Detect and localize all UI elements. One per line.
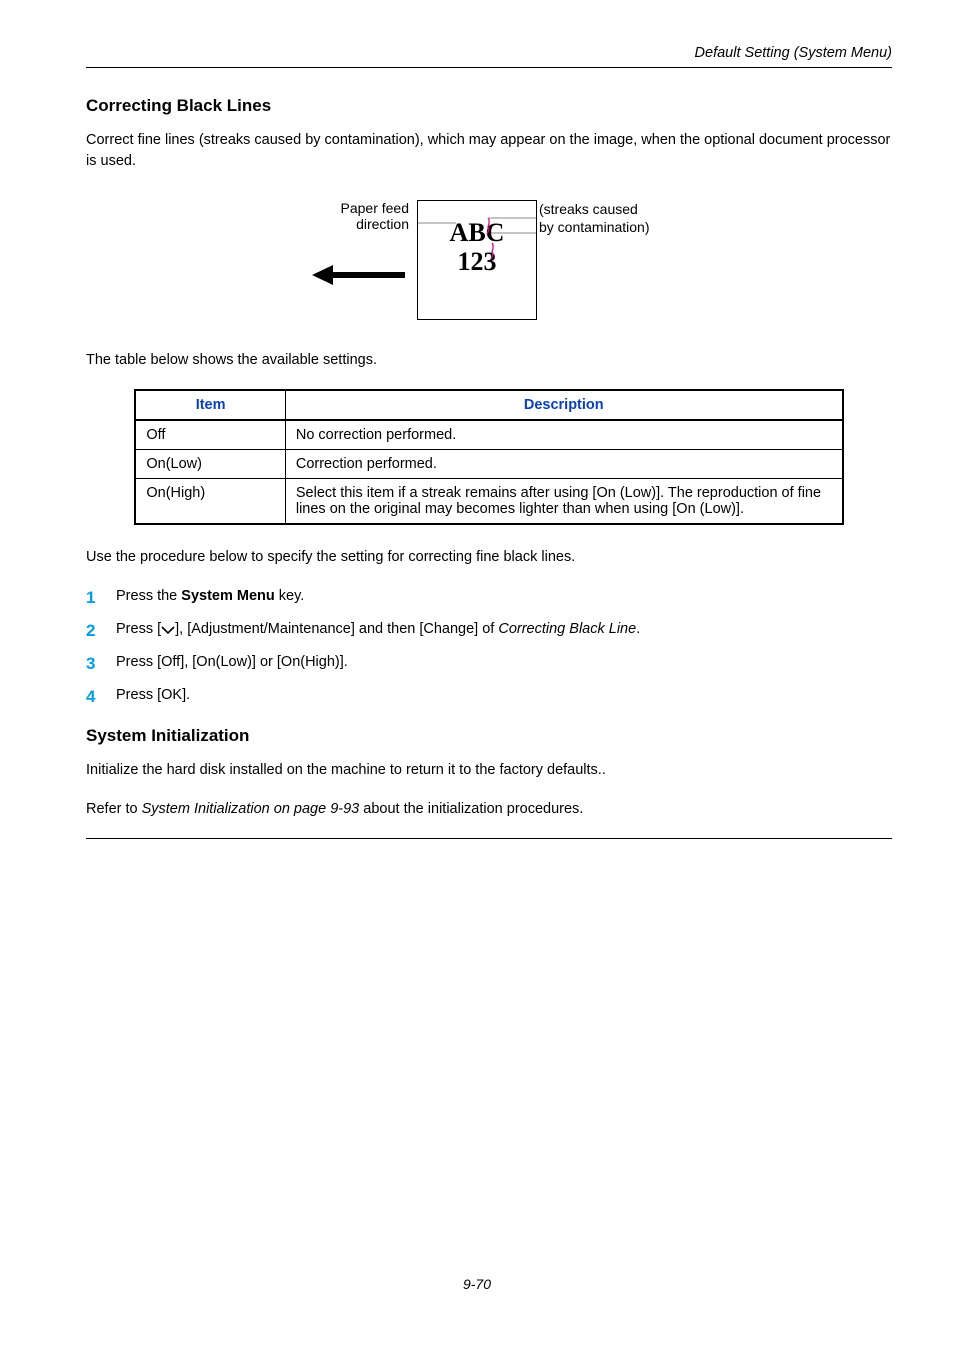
figure-box-text-2: 123 <box>458 248 497 277</box>
running-header: Default Setting (System Menu) <box>86 45 892 68</box>
page-number: 9-70 <box>0 1276 954 1292</box>
procedure-steps: Press the System Menu key. Press [ ], [Ad… <box>86 586 892 706</box>
table-intro: The table below shows the available sett… <box>86 350 892 371</box>
procedure-intro: Use the procedure below to specify the s… <box>86 547 892 568</box>
step-text: Press [ <box>116 621 161 637</box>
table-row: On(High) Select this item if a streak re… <box>135 479 842 525</box>
section-title-system-init: System Initialization <box>86 726 892 746</box>
figure-label-streaks-2: by contamination) <box>539 218 689 236</box>
step-text: . <box>636 621 640 637</box>
table-row: Off No correction performed. <box>135 420 842 450</box>
table-cell-item: On(Low) <box>135 450 285 479</box>
step-3: Press [Off], [On(Low)] or [On(High)]. <box>86 652 892 673</box>
section-title-correcting-black-lines: Correcting Black Lines <box>86 96 892 116</box>
p2-text: Refer to <box>86 801 142 817</box>
figure-sample-page: ABC 123 <box>417 200 537 320</box>
chevron-down-icon <box>161 625 175 635</box>
arrow-left-icon <box>309 260 409 290</box>
figure-label-streaks-1: (streaks caused <box>539 200 689 218</box>
step-text: ], [Adjustment/Maintenance] and then [Ch… <box>175 621 498 637</box>
table-header-item: Item <box>135 390 285 420</box>
table-cell-desc: Correction performed. <box>285 450 842 479</box>
figure: Paper feed direction ABC 123 <box>86 200 892 320</box>
table-header-description: Description <box>285 390 842 420</box>
step-text: Press the <box>116 588 181 604</box>
step-text: key. <box>275 588 305 604</box>
system-init-p2: Refer to System Initialization on page 9… <box>86 799 892 820</box>
p2-text: about the initialization procedures. <box>359 801 583 817</box>
table-cell-item: Off <box>135 420 285 450</box>
table-cell-desc: No correction performed. <box>285 420 842 450</box>
table-cell-item: On(High) <box>135 479 285 525</box>
step-2: Press [ ], [Adjustment/Maintenance] and t… <box>86 619 892 640</box>
step-option-name: Correcting Black Line <box>498 621 636 637</box>
table-cell-desc: Select this item if a streak remains aft… <box>285 479 842 525</box>
intro-paragraph: Correct fine lines (streaks caused by co… <box>86 130 892 172</box>
step-key-name: System Menu <box>181 588 274 604</box>
step-1: Press the System Menu key. <box>86 586 892 607</box>
figure-label-paper-feed-1: Paper feed <box>341 200 410 216</box>
footer-divider <box>86 838 892 839</box>
settings-table: Item Description Off No correction perfo… <box>134 389 843 525</box>
cross-reference-link[interactable]: System Initialization on page 9-93 <box>142 801 360 817</box>
figure-box-text-1: ABC <box>450 219 505 248</box>
table-row: On(Low) Correction performed. <box>135 450 842 479</box>
system-init-p1: Initialize the hard disk installed on th… <box>86 760 892 781</box>
step-4: Press [OK]. <box>86 685 892 706</box>
figure-label-paper-feed-2: direction <box>356 216 409 232</box>
